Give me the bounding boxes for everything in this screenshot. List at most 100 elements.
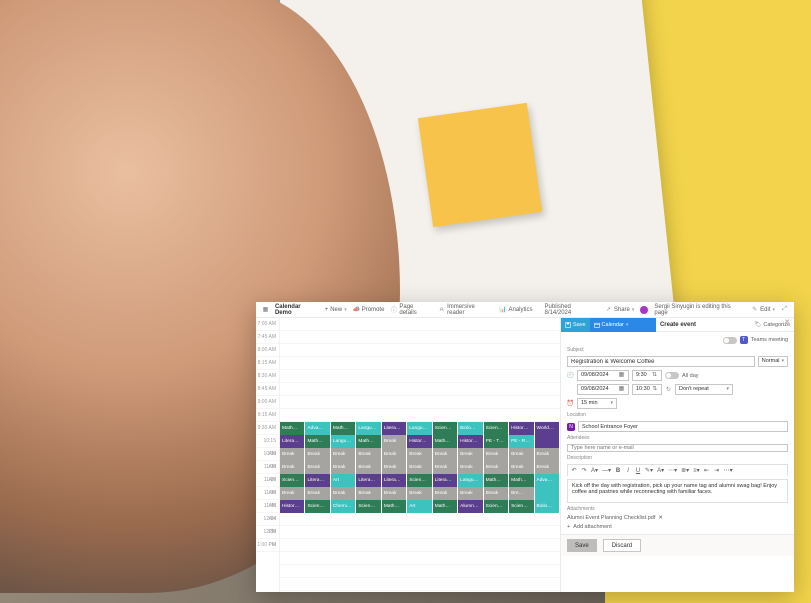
calendar-event[interactable]: Histor… bbox=[509, 422, 533, 435]
calendar-event[interactable] bbox=[535, 487, 559, 500]
calendar-event[interactable] bbox=[535, 435, 559, 448]
calendar-event[interactable]: Break bbox=[509, 461, 533, 474]
calendar-event[interactable]: PE - T… bbox=[484, 435, 508, 448]
calendar-event[interactable]: Break bbox=[382, 487, 406, 500]
calendar-event[interactable]: Break bbox=[535, 448, 559, 461]
calendar-event[interactable]: Break bbox=[305, 461, 329, 474]
calendar-event[interactable]: Langu… bbox=[458, 474, 482, 487]
rte-bold[interactable]: B bbox=[615, 468, 621, 474]
calendar-event[interactable]: Litera… bbox=[382, 422, 406, 435]
calendar-event[interactable]: Litera… bbox=[280, 435, 304, 448]
calendar-event[interactable]: Break bbox=[535, 461, 559, 474]
calendar-event[interactable]: Scien… bbox=[484, 422, 508, 435]
calendar-event[interactable]: Break bbox=[382, 448, 406, 461]
calendar-event[interactable]: Break bbox=[458, 448, 482, 461]
calendar-event[interactable]: Break bbox=[356, 461, 380, 474]
calendar-event[interactable]: Adva… bbox=[305, 422, 329, 435]
calendar-event[interactable]: Alumn… bbox=[458, 500, 482, 513]
rte-underline[interactable]: U bbox=[635, 468, 641, 474]
calendar-event[interactable]: Break bbox=[458, 461, 482, 474]
calendar-event[interactable]: Scien… bbox=[509, 500, 533, 513]
end-time-input[interactable]: 10:30⇅ bbox=[632, 384, 662, 395]
rte-font[interactable]: A▾ bbox=[591, 467, 598, 474]
start-time-input[interactable]: 9:30⇅ bbox=[632, 370, 662, 381]
calendar-event[interactable]: Biolo… bbox=[458, 422, 482, 435]
end-date-input[interactable]: 09/08/2024▦ bbox=[577, 384, 629, 395]
calendar-event[interactable]: Break bbox=[331, 487, 355, 500]
attachment-remove[interactable]: ✕ bbox=[658, 515, 663, 521]
calendar-event[interactable]: Histor… bbox=[280, 500, 304, 513]
calendar-event[interactable]: Biolo… bbox=[535, 500, 559, 513]
calendar-event[interactable]: Bre… bbox=[509, 487, 533, 500]
rte-undo[interactable]: ↶ bbox=[571, 467, 577, 474]
rte-italic[interactable]: I bbox=[625, 468, 631, 474]
calendar-event[interactable]: Break bbox=[305, 448, 329, 461]
calendar-event[interactable]: Break bbox=[433, 448, 457, 461]
calendar-event[interactable]: Scien… bbox=[433, 422, 457, 435]
rte-size[interactable]: —▾ bbox=[602, 467, 611, 474]
discard-button[interactable]: Discard bbox=[603, 539, 641, 552]
calendar-event[interactable]: Math… bbox=[331, 422, 355, 435]
importance-select[interactable]: Normal▾ bbox=[758, 356, 788, 367]
all-day-toggle[interactable] bbox=[665, 372, 679, 379]
subject-input[interactable] bbox=[567, 356, 755, 367]
calendar-event[interactable]: Break bbox=[407, 448, 431, 461]
calendar-event[interactable]: Math… bbox=[382, 500, 406, 513]
expand-button[interactable]: ⤢ bbox=[781, 306, 788, 313]
calendar-event[interactable]: Break bbox=[280, 448, 304, 461]
calendar-event[interactable]: World… bbox=[535, 422, 559, 435]
calendar-event[interactable]: Scien… bbox=[280, 474, 304, 487]
calendar-event[interactable]: PE - R… bbox=[509, 435, 533, 448]
calendar-event[interactable]: Histor… bbox=[458, 435, 482, 448]
rte-highlight[interactable]: ✎▾ bbox=[645, 467, 653, 474]
calendar-event[interactable]: Break bbox=[407, 461, 431, 474]
calendar-event[interactable]: Scien… bbox=[305, 500, 329, 513]
calendar-event[interactable]: Litera… bbox=[305, 474, 329, 487]
calendar-event[interactable]: Break bbox=[458, 487, 482, 500]
repeat-select[interactable]: Don't repeat▾ bbox=[675, 384, 733, 395]
calendar-event[interactable]: Break bbox=[356, 448, 380, 461]
calendar-event[interactable]: Langu… bbox=[356, 422, 380, 435]
calendar-event[interactable]: Break bbox=[509, 448, 533, 461]
calendar-event[interactable]: Break bbox=[484, 487, 508, 500]
calendar-event[interactable]: Math… bbox=[356, 435, 380, 448]
new-button[interactable]: + New ▾ bbox=[325, 307, 347, 313]
calendar-event[interactable]: Litera… bbox=[433, 474, 457, 487]
calendar-event[interactable]: Math… bbox=[433, 435, 457, 448]
rte-bullets[interactable]: ≣▾ bbox=[681, 467, 689, 474]
calendar-event[interactable]: Chemi… bbox=[331, 500, 355, 513]
rte-outdent[interactable]: ⇤ bbox=[704, 467, 710, 474]
rte-align[interactable]: ≡▾ bbox=[693, 467, 700, 474]
calendar-event[interactable]: Langu… bbox=[407, 422, 431, 435]
calendar-event[interactable]: Scien… bbox=[356, 500, 380, 513]
calendar-event[interactable]: Langu… bbox=[331, 435, 355, 448]
calendar-grid[interactable]: 7:00 AM7:45 AM8:00 AM8:15 AM8:30 AM8:45 … bbox=[256, 318, 560, 592]
calendar-event[interactable]: Break bbox=[356, 487, 380, 500]
calendar-event[interactable]: Adva… bbox=[535, 474, 559, 487]
share-button[interactable]: ↗Share ▾ bbox=[605, 306, 635, 313]
calendar-event[interactable]: Scien… bbox=[484, 500, 508, 513]
reminder-select[interactable]: 15 min▾ bbox=[577, 398, 617, 409]
calendar-event[interactable]: Math… bbox=[433, 500, 457, 513]
calendar-event[interactable]: Break bbox=[305, 487, 329, 500]
calendar-event[interactable]: Litera… bbox=[382, 474, 406, 487]
calendar-event[interactable]: Scien… bbox=[407, 474, 431, 487]
rte-more1[interactable]: ⋯▾ bbox=[668, 467, 677, 474]
location-input[interactable] bbox=[578, 421, 788, 432]
calendar-event[interactable]: Break bbox=[280, 487, 304, 500]
page-details-button[interactable]: ⓘPage details bbox=[390, 304, 432, 316]
edit-button[interactable]: ✎Edit ▾ bbox=[751, 306, 775, 313]
calendar-event[interactable]: Art bbox=[407, 500, 431, 513]
close-dialog-button[interactable]: ✕ bbox=[784, 318, 790, 326]
calendar-event[interactable]: Break bbox=[433, 461, 457, 474]
calendar-event[interactable]: Histor… bbox=[407, 435, 431, 448]
calendar-event[interactable]: Art bbox=[331, 474, 355, 487]
rte-more2[interactable]: ⋯▾ bbox=[724, 467, 733, 474]
calendar-event[interactable]: Break bbox=[280, 461, 304, 474]
promote-button[interactable]: 📣Promote bbox=[353, 306, 385, 313]
calendar-event[interactable]: Litera… bbox=[356, 474, 380, 487]
calendar-event[interactable]: Math… bbox=[509, 474, 533, 487]
dialog-save-button[interactable]: Save bbox=[561, 318, 590, 332]
calendar-event[interactable]: Break bbox=[433, 487, 457, 500]
rte-redo[interactable]: ↷ bbox=[581, 467, 587, 474]
